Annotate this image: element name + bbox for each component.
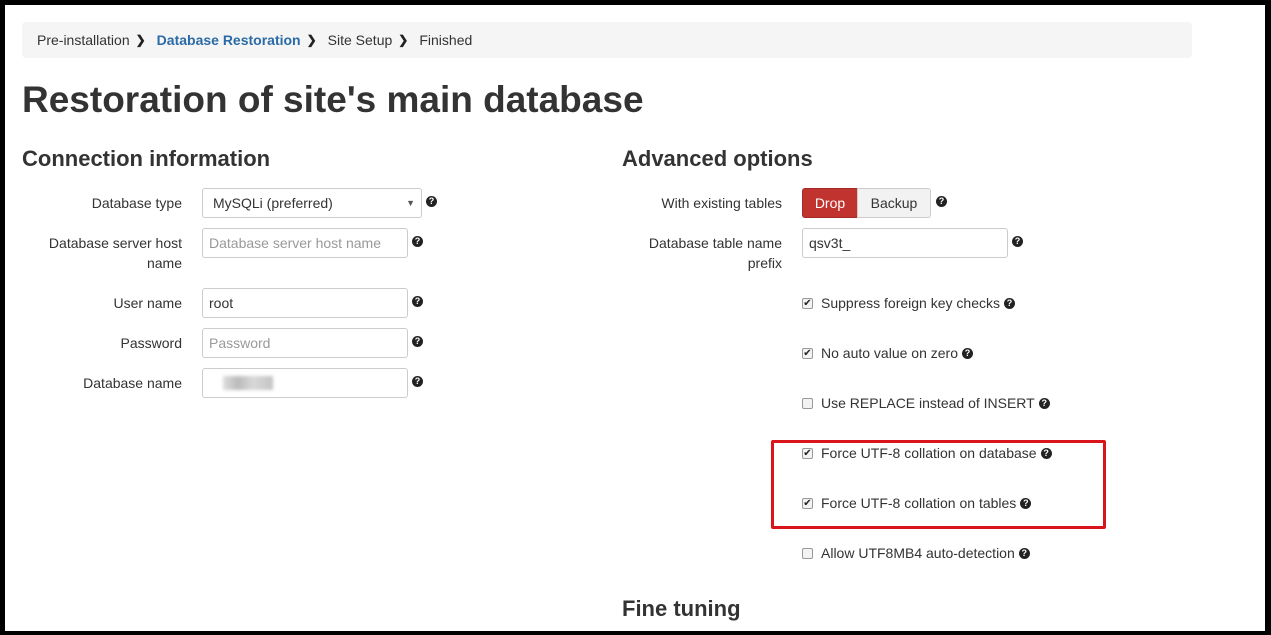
checkbox[interactable]: ✔ [802,347,813,359]
existing-tables-label: With existing tables [661,195,782,211]
checkbox[interactable] [802,397,813,409]
password-label: Password [120,335,182,351]
option-use-replace-instead-of-insert[interactable]: Use REPLACE instead of INSERT ? [802,393,1050,413]
db-host-label-line2: name [146,255,182,271]
page-title: Restoration of site's main database [22,79,644,120]
option-label: Suppress foreign key checks [821,295,1000,311]
help-icon[interactable]: ? [412,376,423,387]
fine-tuning-heading: Fine tuning [622,596,741,621]
option-no-auto-value-on-zero[interactable]: ✔ No auto value on zero ? [802,343,973,363]
table-prefix-label: Database table name prefix [602,233,782,273]
option-suppress-foreign-key-checks[interactable]: ✔ Suppress foreign key checks ? [802,293,1015,313]
table-prefix-label-line2: prefix [747,255,782,271]
db-host-input[interactable]: Database server host name [202,228,408,258]
help-icon[interactable]: ? [412,336,423,347]
chevron-right-icon: ❯ [135,33,146,47]
help-icon[interactable]: ? [426,196,437,207]
breadcrumb-item-site-setup[interactable]: Site Setup [328,32,393,48]
chevron-right-icon: ❯ [398,33,409,47]
help-icon[interactable]: ? [1018,547,1030,559]
table-prefix-label-line1: Database table name [648,235,782,251]
user-name-label: User name [113,295,182,311]
advanced-heading: Advanced options [622,146,813,171]
checkbox[interactable] [802,547,813,559]
option-allow-utf8mb4-auto-detection[interactable]: Allow UTF8MB4 auto-detection ? [802,543,1030,563]
option-label: No auto value on zero [821,345,958,361]
help-icon[interactable]: ? [1003,297,1015,309]
table-prefix-input[interactable]: qsv3t_ [802,228,1008,258]
db-host-label: Database server host name [22,233,182,273]
option-label: Use REPLACE instead of INSERT [821,395,1035,411]
chevron-right-icon: ❯ [306,33,317,47]
connection-heading: Connection information [22,146,271,171]
highlight-annotation [771,440,1106,529]
checkbox[interactable]: ✔ [802,297,813,309]
breadcrumb: Pre-installation ❯ Database Restoration … [22,22,1192,58]
help-icon[interactable]: ? [412,296,423,307]
help-icon[interactable]: ? [961,347,973,359]
chevron-down-icon: ▼ [406,198,415,208]
db-type-select[interactable]: MySQLi (preferred) ▼ [202,188,422,218]
breadcrumb-item-pre-installation[interactable]: Pre-installation [37,32,130,48]
database-name-input[interactable] [202,368,408,398]
password-input[interactable]: Password [202,328,408,358]
help-icon[interactable]: ? [412,236,423,247]
db-host-label-line1: Database server host [48,235,182,251]
breadcrumb-item-finished[interactable]: Finished [419,32,472,48]
help-icon[interactable]: ? [936,196,947,207]
backup-button[interactable]: Backup [857,188,931,218]
option-label: Allow UTF8MB4 auto-detection [821,545,1015,561]
breadcrumb-item-database-restoration[interactable]: Database Restoration [157,32,301,48]
redacted-value [223,376,273,390]
database-name-label: Database name [83,375,182,391]
db-type-label: Database type [91,195,182,211]
help-icon[interactable]: ? [1012,236,1023,247]
user-name-input[interactable]: root [202,288,408,318]
db-type-value: MySQLi (preferred) [213,195,333,211]
drop-button[interactable]: Drop [802,188,858,218]
help-icon[interactable]: ? [1038,397,1050,409]
